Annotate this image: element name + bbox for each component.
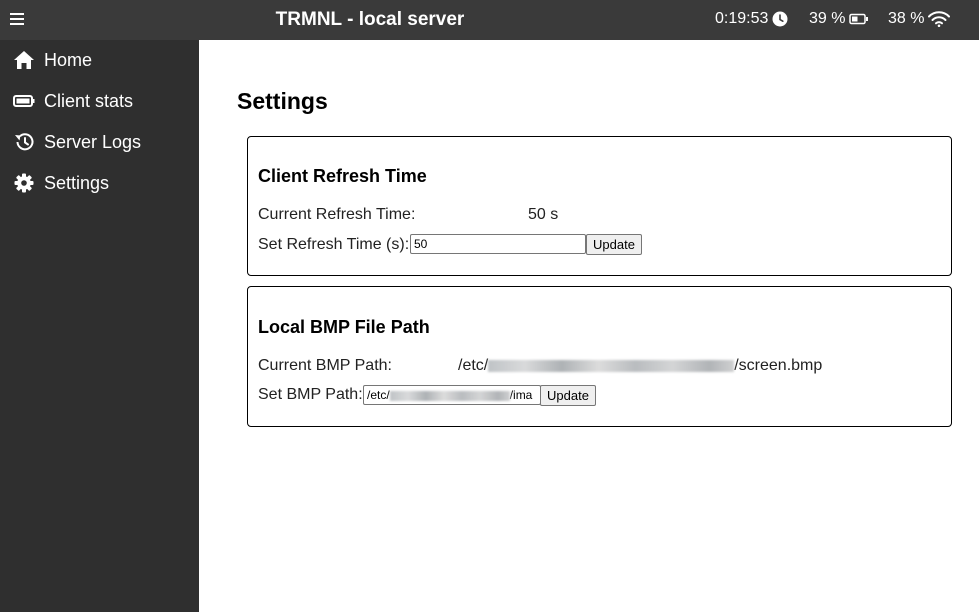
redacted-path: [488, 359, 735, 372]
set-bmp-label: Set BMP Path:: [258, 386, 363, 403]
bmp-path-input[interactable]: /etc/ /ima: [363, 385, 541, 405]
wifi-icon: [928, 11, 951, 27]
history-icon: [13, 132, 35, 152]
update-refresh-button[interactable]: Update: [586, 234, 642, 255]
sidebar-item-client-stats[interactable]: Client stats: [13, 86, 133, 116]
current-refresh-label: Current Refresh Time:: [258, 206, 416, 223]
battery-text: 39 %: [809, 10, 846, 27]
sidebar-item-label: Server Logs: [44, 131, 142, 152]
top-bar: TRMNL - local server 0:19:53 39 % 38 %: [0, 0, 979, 40]
current-refresh-value: 50 s: [528, 206, 559, 223]
set-refresh-label: Set Refresh Time (s):: [258, 236, 410, 253]
battery-icon: [13, 91, 35, 111]
refresh-time-input[interactable]: [410, 234, 586, 254]
sidebar-item-label: Settings: [44, 172, 110, 193]
bmp-path-heading: Local BMP File Path: [258, 317, 430, 337]
page-title: Settings: [237, 88, 328, 114]
update-bmp-button[interactable]: Update: [540, 385, 596, 406]
sidebar-item-server-logs[interactable]: Server Logs: [13, 127, 141, 157]
bmp-path-prefix: /etc/: [458, 357, 489, 374]
redacted-path: [389, 390, 510, 401]
gear-icon: [13, 173, 35, 193]
battery-status: 39 %: [809, 10, 869, 28]
sidebar: Home Client stats Server Logs Settings: [0, 40, 199, 612]
wifi-text: 38 %: [888, 10, 925, 27]
clock-icon: [772, 11, 788, 27]
battery-icon: [849, 13, 869, 25]
sidebar-item-settings[interactable]: Settings: [13, 168, 109, 198]
app-title: TRMNL - local server: [275, 9, 465, 30]
wifi-status: 38 %: [888, 10, 951, 28]
sidebar-item-home[interactable]: Home: [13, 45, 92, 75]
time-text: 0:19:53: [715, 10, 769, 27]
current-bmp-value: /etc/ /screen.bmp: [458, 357, 822, 375]
clock-status: 0:19:53: [715, 10, 788, 28]
bmp-path-card: Local BMP File Path Current BMP Path: /e…: [247, 286, 952, 427]
bmp-input-suffix: /ima: [509, 388, 533, 402]
current-bmp-label: Current BMP Path:: [258, 357, 392, 374]
bmp-input-prefix: /etc/: [367, 388, 390, 402]
sidebar-item-label: Home: [44, 49, 93, 70]
refresh-time-card: Client Refresh Time Current Refresh Time…: [247, 136, 952, 276]
home-icon: [13, 50, 35, 70]
sidebar-item-label: Client stats: [44, 90, 134, 111]
bmp-path-suffix: /screen.bmp: [734, 357, 823, 374]
refresh-time-heading: Client Refresh Time: [258, 166, 427, 186]
